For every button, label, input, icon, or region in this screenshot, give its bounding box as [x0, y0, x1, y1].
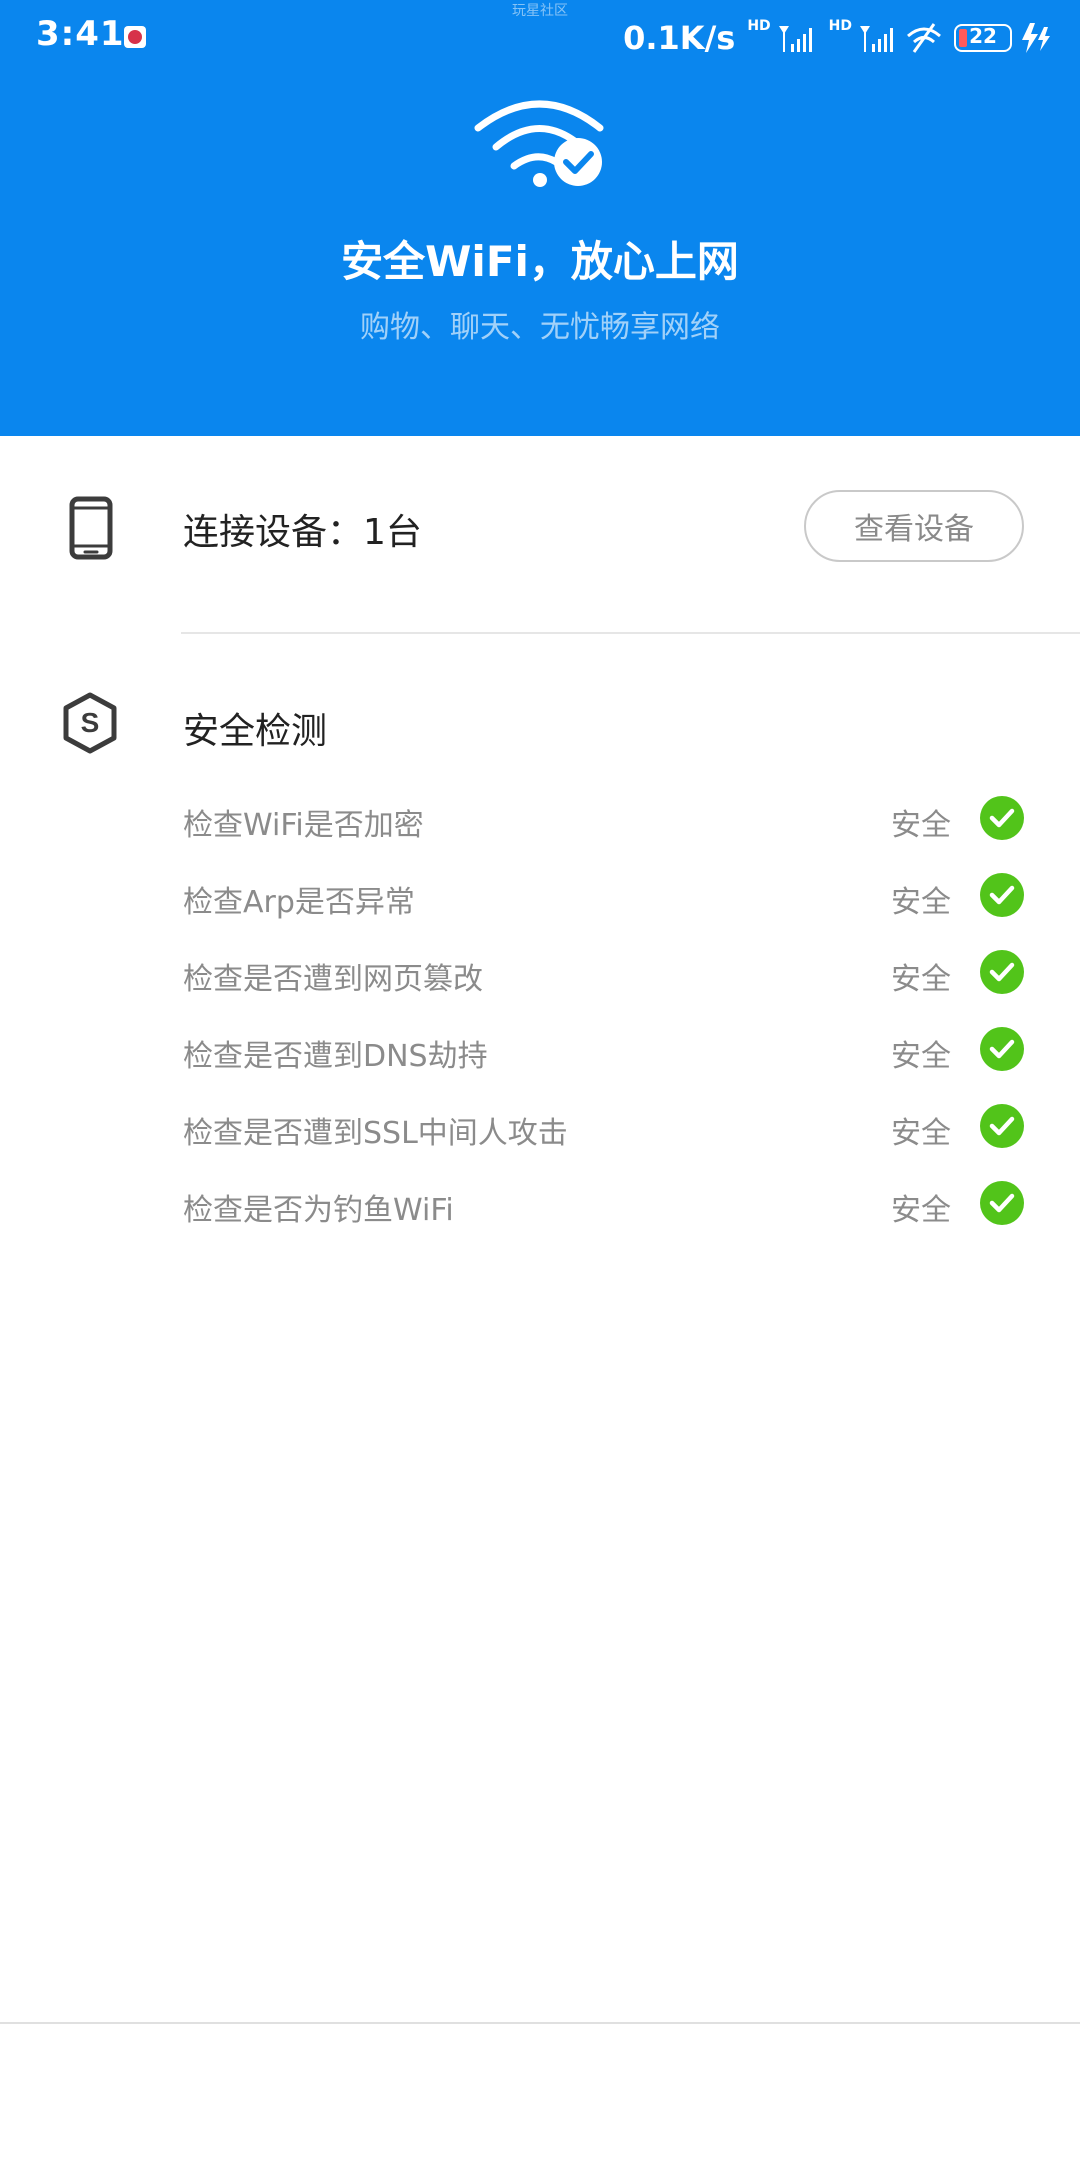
check-row-dns-hijack: 检查是否遭到DNS劫持 安全 [0, 1021, 1080, 1098]
security-check-title: 安全检测 [183, 711, 328, 752]
check-status: 安全 [891, 885, 951, 920]
check-row-phishing-wifi: 检查是否为钓鱼WiFi 安全 [0, 1175, 1080, 1252]
check-circle-icon [980, 1104, 1024, 1148]
signal-icon [860, 26, 893, 52]
check-row-arp: 检查Arp是否异常 安全 [0, 867, 1080, 944]
hero-subtitle: 购物、聊天、无忧畅享网络 [360, 310, 720, 345]
charging-icon [1022, 23, 1050, 53]
check-status: 安全 [891, 1193, 951, 1228]
check-label: 检查WiFi是否加密 [183, 808, 424, 843]
check-row-webpage-tamper: 检查是否遭到网页篡改 安全 [0, 944, 1080, 1021]
check-status: 安全 [891, 1039, 951, 1074]
check-status: 安全 [891, 962, 951, 997]
svg-text:S: S [81, 707, 100, 738]
shield-s-icon: S [63, 692, 117, 754]
check-circle-icon [980, 873, 1024, 917]
check-circle-icon [980, 796, 1024, 840]
bottom-panel [0, 2022, 1080, 2160]
hero-header: 3:41 玩星社区 0.1K/s HD HD 22 安全WiFi，放心上网 购物… [0, 0, 1080, 436]
battery-level: 22 [969, 24, 997, 48]
check-label: 检查是否遭到DNS劫持 [183, 1039, 488, 1074]
wifi-off-icon [907, 23, 941, 53]
network-speed: 0.1K/s [623, 19, 736, 57]
watermark-text: 玩星社区 [512, 3, 568, 19]
check-status: 安全 [891, 808, 951, 843]
divider [181, 632, 1080, 634]
security-check-list: 检查WiFi是否加密 安全 检查Arp是否异常 安全 检查是否遭到网页篡改 安全 [0, 790, 1080, 1252]
hero-title: 安全WiFi，放心上网 [341, 237, 739, 286]
check-label: 检查是否遭到网页篡改 [183, 962, 483, 997]
view-devices-button[interactable]: 查看设备 [804, 490, 1024, 562]
status-bar: 3:41 玩星社区 0.1K/s HD HD 22 [0, 0, 1080, 76]
phone-icon [69, 496, 113, 560]
signal-icon [778, 26, 812, 52]
connected-devices-label: 连接设备：1台 [183, 512, 422, 553]
wifi-check-icon [474, 100, 604, 187]
check-label: 检查是否遭到SSL中间人攻击 [183, 1116, 568, 1151]
hd-badge: HD [747, 18, 771, 34]
wifi-security-screen: 3:41 玩星社区 0.1K/s HD HD 22 安全WiFi，放心上网 购物… [0, 0, 1080, 2160]
check-status: 安全 [891, 1116, 951, 1151]
notification-icon [124, 26, 146, 48]
check-circle-icon [980, 950, 1024, 994]
check-circle-icon [980, 1027, 1024, 1071]
status-indicators: 0.1K/s HD HD 22 [623, 18, 1052, 58]
hd-badge: HD [828, 18, 852, 34]
check-row-wifi-encryption: 检查WiFi是否加密 安全 [0, 790, 1080, 867]
battery-icon: 22 [954, 24, 1012, 52]
status-time: 3:41 [36, 14, 125, 54]
check-circle-icon [980, 1181, 1024, 1225]
check-label: 检查Arp是否异常 [183, 885, 415, 920]
check-label: 检查是否为钓鱼WiFi [183, 1193, 454, 1228]
check-row-ssl-mitm: 检查是否遭到SSL中间人攻击 安全 [0, 1098, 1080, 1175]
